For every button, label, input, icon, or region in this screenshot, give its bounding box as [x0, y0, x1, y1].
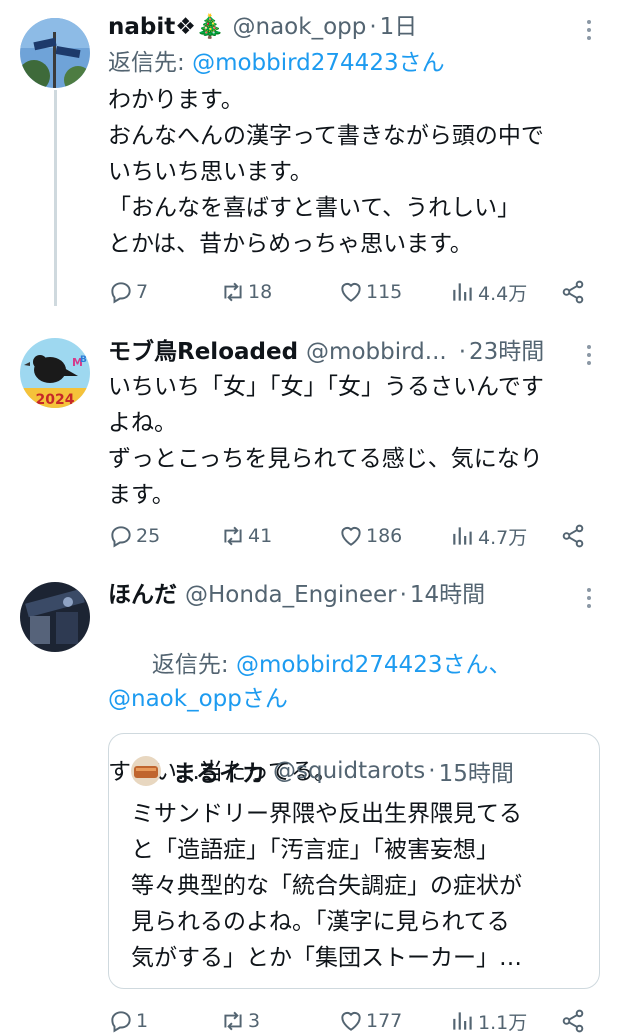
avatar[interactable]: M B 2024	[20, 338, 90, 408]
views-button[interactable]: 1.1万	[450, 1006, 527, 1036]
avatar[interactable]	[20, 18, 90, 88]
retweet-count: 41	[248, 525, 273, 547]
separator-dot: ·	[369, 14, 377, 40]
views-icon	[453, 1012, 472, 1030]
quoted-display-name: まるイカ	[173, 761, 265, 787]
quoted-tweet-card[interactable]: まるイカ @squidtarots · 15時間 ミサンドリー界隈や反出生界隈見…	[108, 733, 600, 989]
reply-to-prefix: 返信先:	[151, 652, 236, 678]
views-count: 1.1万	[478, 1011, 528, 1034]
separator-dot: ·	[458, 339, 467, 365]
tweet-text: いちいち「女」「女」「女」うるさいんです よね。 ずっとこっちを見られてる感じ、…	[108, 374, 544, 508]
more-icon[interactable]	[584, 341, 594, 369]
separator-dot: ·	[399, 582, 407, 608]
share-icon	[562, 1009, 584, 1033]
svg-text:B: B	[80, 355, 87, 365]
reply-to-prefix: 返信先:	[108, 50, 193, 76]
views-icon	[453, 527, 472, 545]
timestamp[interactable]: 14時間	[410, 580, 485, 610]
retweet-icon	[224, 282, 242, 302]
reply-count: 7	[136, 281, 149, 303]
user-handle[interactable]: @mobbird...	[306, 337, 447, 367]
retweet-count: 18	[248, 281, 273, 303]
avatar[interactable]	[20, 582, 90, 652]
action-bar: 1 3 177 1.1万	[108, 1006, 588, 1036]
timestamp[interactable]: 23時間	[469, 337, 544, 367]
display-name[interactable]: モブ鳥Reloaded	[108, 337, 298, 367]
retweet-icon	[224, 1011, 242, 1031]
like-button[interactable]: 177	[338, 1006, 402, 1036]
quoted-timestamp: 15時間	[438, 761, 514, 787]
share-button[interactable]	[560, 521, 588, 551]
quoted-avatar	[131, 756, 161, 786]
retweet-icon	[224, 526, 242, 546]
user-handle[interactable]: @Honda_Engineer	[185, 580, 397, 610]
action-bar: 25 41 186 4.7万	[108, 521, 588, 551]
reply-button[interactable]: 7	[108, 277, 148, 307]
tweet-text: わかります。 おんなへんの漢字って書きながら頭の中で いちいち思います。 「おん…	[108, 87, 544, 257]
tweet-header: ほんだ @Honda_Engineer · 14時間	[108, 580, 600, 610]
reply-button[interactable]: 1	[108, 1006, 148, 1036]
action-bar: 7 18 115 4.4万	[108, 277, 588, 307]
like-icon	[341, 1011, 361, 1031]
views-count: 4.4万	[478, 282, 528, 305]
retweet-button[interactable]: 3	[220, 1006, 260, 1036]
thread-connector-line	[54, 90, 57, 306]
share-icon	[562, 280, 584, 304]
views-count: 4.7万	[478, 526, 528, 549]
like-icon	[341, 282, 361, 302]
reply-to-user-link[interactable]: @mobbird274423さん	[192, 50, 445, 76]
avatar-image	[20, 582, 90, 652]
avatar-year-label: 2024	[36, 392, 75, 408]
reply-icon	[111, 282, 131, 304]
display-name[interactable]: ほんだ	[108, 580, 177, 610]
like-count: 186	[366, 525, 403, 547]
quoted-tweet-text: ミサンドリー界隈や反出生界隈見てる と「造語症」「汚言症」「被害妄想」 等々典型…	[131, 801, 522, 971]
views-button[interactable]: 4.4万	[450, 277, 527, 307]
tweet-header: モブ鳥Reloaded @mobbird... · 23時間	[108, 337, 600, 367]
like-count: 177	[366, 1010, 403, 1032]
views-button[interactable]: 4.7万	[450, 521, 527, 551]
avatar-image	[20, 18, 90, 88]
share-button[interactable]	[560, 1006, 588, 1036]
reply-count: 1	[136, 1010, 149, 1032]
reply-to-line: 返信先: @mobbird274423さん、 @naok_oppさん	[108, 614, 600, 750]
quoted-tweet-header: まるイカ @squidtarots · 15時間	[131, 754, 514, 788]
reply-count: 25	[136, 525, 161, 547]
display-name[interactable]: nabit❖🎄	[108, 12, 225, 42]
like-count: 115	[366, 281, 403, 303]
share-button[interactable]	[560, 277, 588, 307]
more-icon[interactable]	[584, 16, 594, 44]
separator-dot: ·	[428, 758, 436, 784]
quoted-user-handle: @squidtarots	[273, 758, 426, 784]
like-button[interactable]: 115	[338, 277, 402, 307]
like-button[interactable]: 186	[338, 521, 402, 551]
share-icon	[562, 524, 584, 548]
avatar-image: M B 2024	[20, 338, 90, 408]
more-icon[interactable]	[584, 584, 594, 612]
like-icon	[341, 526, 361, 546]
reply-icon	[111, 526, 131, 548]
reply-to-line: 返信先: @mobbird274423さん	[108, 46, 600, 80]
retweet-button[interactable]: 18	[220, 277, 272, 307]
tweet-header: nabit❖🎄 @naok_opp · 1日	[108, 12, 600, 42]
reply-icon	[111, 1011, 131, 1033]
retweet-count: 3	[248, 1010, 261, 1032]
timestamp[interactable]: 1日	[380, 12, 418, 42]
retweet-button[interactable]: 41	[220, 521, 272, 551]
reply-button[interactable]: 25	[108, 521, 160, 551]
views-icon	[453, 283, 472, 301]
user-handle[interactable]: @naok_opp	[233, 12, 367, 42]
